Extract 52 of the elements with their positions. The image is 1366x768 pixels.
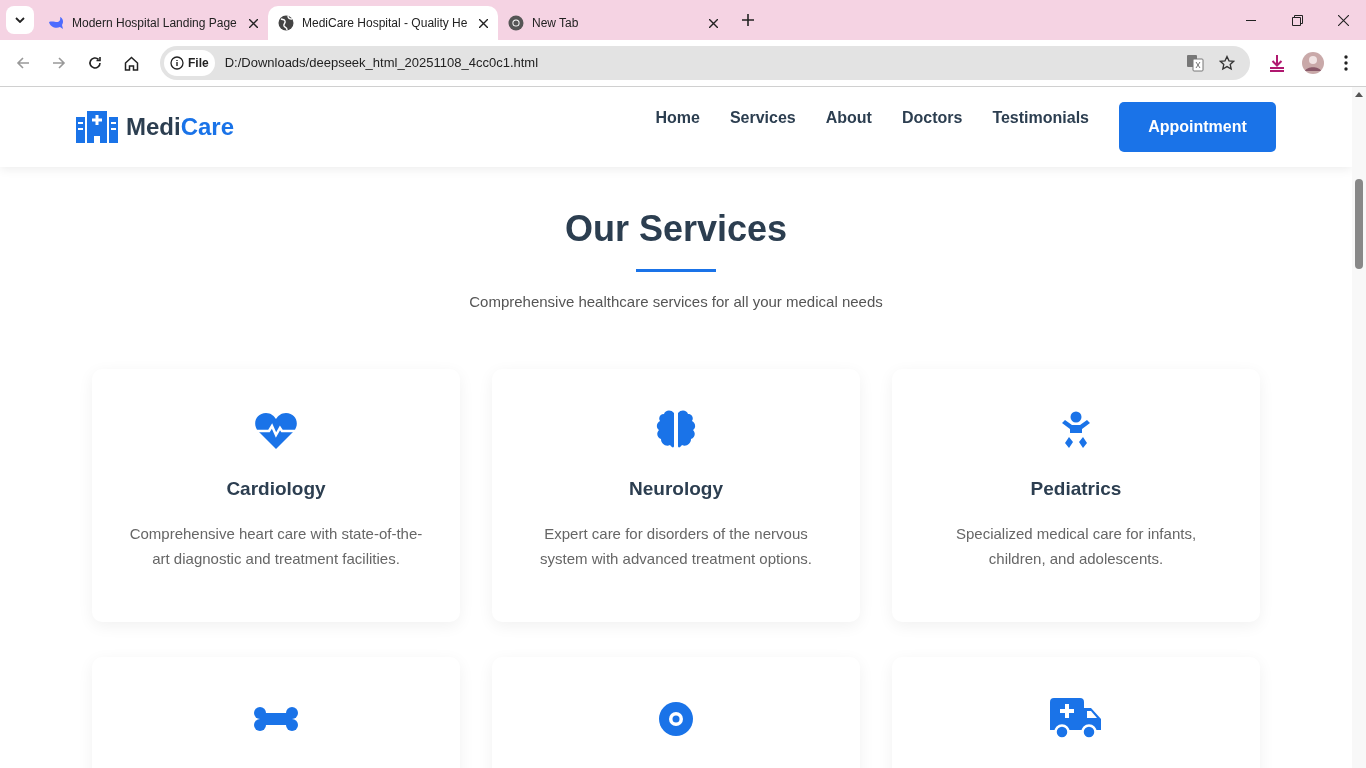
- browser-tab[interactable]: New Tab: [498, 6, 728, 40]
- nav-link[interactable]: Doctors: [901, 106, 963, 130]
- close-icon: [1337, 14, 1349, 26]
- card-description: Comprehensive heart care with state-of-the-art diagnostic and treatment facilities.: [128, 524, 424, 569]
- tab-title: Modern Hospital Landing Page: [72, 15, 238, 32]
- tab-title: New Tab: [532, 15, 580, 32]
- logo-text: MediCare: [126, 112, 235, 142]
- card-description: Expert care for disorders of the nervous system with advanced treatment options.: [539, 524, 813, 569]
- section-subtitle: Comprehensive healthcare services for all your medical needs: [468, 292, 884, 312]
- scrollbar-thumb[interactable]: [1355, 179, 1363, 269]
- appointment-button[interactable]: Appointment: [1119, 102, 1276, 152]
- nav-link[interactable]: About: [825, 106, 872, 130]
- tab-list-button[interactable]: [6, 6, 34, 34]
- browser-tab[interactable]: MediCare Hospital - Quality He: [268, 6, 498, 40]
- minimize-icon: [1246, 19, 1256, 21]
- home-icon: [123, 55, 139, 71]
- close-icon[interactable]: [709, 18, 718, 28]
- scroll-up-icon: [1355, 92, 1363, 97]
- nav-link[interactable]: Services: [729, 106, 796, 130]
- reload-icon: [88, 56, 102, 70]
- tab-title: MediCare Hospital - Quality He: [302, 15, 469, 32]
- close-icon[interactable]: [479, 18, 488, 28]
- avatar-icon: [1302, 52, 1324, 74]
- heartbeat-icon: [255, 412, 297, 449]
- plus-icon: [742, 14, 754, 26]
- download-icon: [1268, 54, 1286, 72]
- bone-icon: [253, 705, 299, 732]
- section-title: Our Services: [563, 207, 789, 251]
- forward-arrow-icon: [52, 56, 66, 70]
- hospital-icon: [76, 111, 118, 143]
- url-text: D:/Downloads/deepseek_html_20251108_4cc0c1.html: [224, 54, 539, 73]
- card-title: Pediatrics: [1030, 476, 1122, 501]
- more-icon: [1344, 55, 1348, 71]
- nav-link[interactable]: Home: [655, 106, 700, 130]
- browser-tab[interactable]: Modern Hospital Landing Page: [38, 6, 268, 40]
- translate-icon: [1186, 54, 1204, 72]
- site-info-chip[interactable]: File: [164, 50, 215, 76]
- scrollbar[interactable]: [1352, 87, 1366, 768]
- restore-icon: [1291, 14, 1303, 26]
- card-description: Specialized medical care for infants, children, and adolescents.: [954, 524, 1198, 569]
- ambulance-icon: [1050, 697, 1102, 740]
- close-icon[interactable]: [249, 18, 258, 28]
- back-arrow-icon: [16, 56, 30, 70]
- address-bar[interactable]: File D:/Downloads/deepseek_html_20251108_4cc0c1.html: [160, 46, 1250, 80]
- globe-icon: [278, 15, 294, 31]
- star-icon: [1219, 55, 1235, 71]
- nav-link[interactable]: Testimonials: [992, 106, 1089, 130]
- info-icon: [170, 56, 184, 70]
- card-title: Cardiology: [226, 476, 326, 501]
- caret-icon: [15, 17, 25, 23]
- chrome-icon: [508, 15, 524, 31]
- card-title: Neurology: [629, 476, 723, 501]
